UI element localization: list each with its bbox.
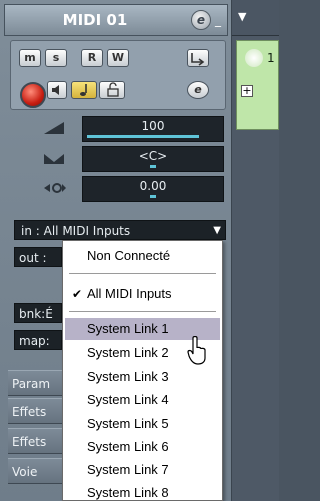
menu-item-label: System Link 3	[87, 369, 169, 384]
record-enable-button[interactable]	[20, 82, 46, 108]
map-selector[interactable]: map:	[14, 330, 62, 350]
edit-instrument-button[interactable]: e	[187, 81, 209, 99]
transpose-icon	[44, 183, 66, 193]
dropdown-arrow-icon: ▼	[213, 225, 221, 236]
menu-item-label: System Link 5	[87, 416, 169, 431]
output-label: out :	[19, 251, 47, 265]
pan-value: <C>	[138, 149, 168, 163]
input-value: All MIDI Inputs	[43, 224, 131, 238]
pan-field[interactable]: <C>	[82, 146, 224, 172]
volume-value: 100	[141, 119, 165, 133]
track-header[interactable]: 1 +	[236, 40, 279, 130]
input-dropdown-menu: Non Connecté ✔ All MIDI Inputs System Li…	[62, 240, 223, 501]
expand-icon[interactable]: +	[241, 85, 253, 97]
volume-icon	[44, 122, 64, 134]
right-pane-header: ▼	[232, 0, 279, 36]
section-voie[interactable]: Voie	[8, 458, 62, 484]
midi-output-selector[interactable]: out :	[14, 247, 62, 267]
menu-item-label: System Link 6	[87, 439, 169, 454]
pan-bar	[150, 165, 156, 168]
track-list-pane: 1 +	[232, 36, 279, 501]
insert-output-icon[interactable]	[187, 49, 209, 67]
menu-item-label: System Link 7	[87, 462, 169, 477]
section-effets-2[interactable]: Effets	[8, 428, 62, 454]
pan-icon	[44, 154, 64, 164]
menu-item-label: All MIDI Inputs	[87, 286, 172, 301]
edit-channel-icon[interactable]: e	[191, 10, 211, 30]
track-number: 1	[267, 51, 275, 65]
menu-item-label: System Link 8	[87, 485, 169, 500]
bank-value: É	[45, 307, 53, 321]
menu-item-label: System Link 1	[87, 321, 169, 336]
monitor-speaker-icon[interactable]	[47, 81, 67, 99]
menu-item-system-link-5[interactable]: System Link 5	[65, 413, 220, 435]
track-indicator-icon	[245, 49, 263, 67]
menu-separator	[69, 273, 216, 274]
solo-button[interactable]: s	[45, 49, 67, 67]
menu-item-label: System Link 4	[87, 392, 169, 407]
transpose-field[interactable]: 0.00	[82, 176, 224, 202]
channel-title-bar: MIDI 01 e _	[4, 4, 228, 36]
menu-item-label: Non Connecté	[87, 248, 171, 263]
menu-item-system-link-3[interactable]: System Link 3	[65, 366, 220, 388]
checkmark-icon: ✔	[72, 287, 83, 301]
transpose-bar	[150, 195, 156, 198]
music-note-icon[interactable]	[71, 81, 97, 99]
lock-icon[interactable]	[99, 81, 125, 99]
menu-item-non-connecte[interactable]: Non Connecté	[65, 245, 220, 267]
volume-bar	[87, 135, 200, 138]
menu-item-label: System Link 2	[87, 345, 169, 360]
menu-item-system-link-4[interactable]: System Link 4	[65, 389, 220, 411]
bank-selector[interactable]: bnk:É	[14, 303, 62, 323]
mute-button[interactable]: m	[19, 49, 41, 67]
map-label: map:	[19, 334, 50, 348]
menu-item-system-link-6[interactable]: System Link 6	[65, 436, 220, 458]
section-param[interactable]: Param	[8, 370, 62, 396]
collapse-icon[interactable]: _	[215, 11, 227, 29]
channel-name[interactable]: MIDI 01	[5, 5, 185, 35]
midi-parameters: 100 <C> 0.00	[10, 114, 226, 204]
midi-input-selector[interactable]: in : All MIDI Inputs ▼	[14, 220, 226, 240]
section-effets-1[interactable]: Effets	[8, 398, 62, 424]
read-button[interactable]: R	[81, 49, 103, 67]
menu-separator	[69, 311, 216, 312]
transpose-value: 0.00	[139, 179, 167, 193]
mouse-cursor-icon	[187, 336, 206, 365]
input-label: in :	[21, 224, 40, 238]
write-button[interactable]: W	[107, 49, 129, 67]
bank-label: bnk:	[19, 307, 46, 321]
volume-field[interactable]: 100	[82, 116, 224, 142]
menu-item-all-midi-inputs[interactable]: ✔ All MIDI Inputs	[65, 283, 220, 305]
chevron-down-icon[interactable]: ▼	[238, 10, 246, 23]
menu-item-system-link-8[interactable]: System Link 8	[65, 482, 220, 500]
menu-item-system-link-7[interactable]: System Link 7	[65, 459, 220, 481]
